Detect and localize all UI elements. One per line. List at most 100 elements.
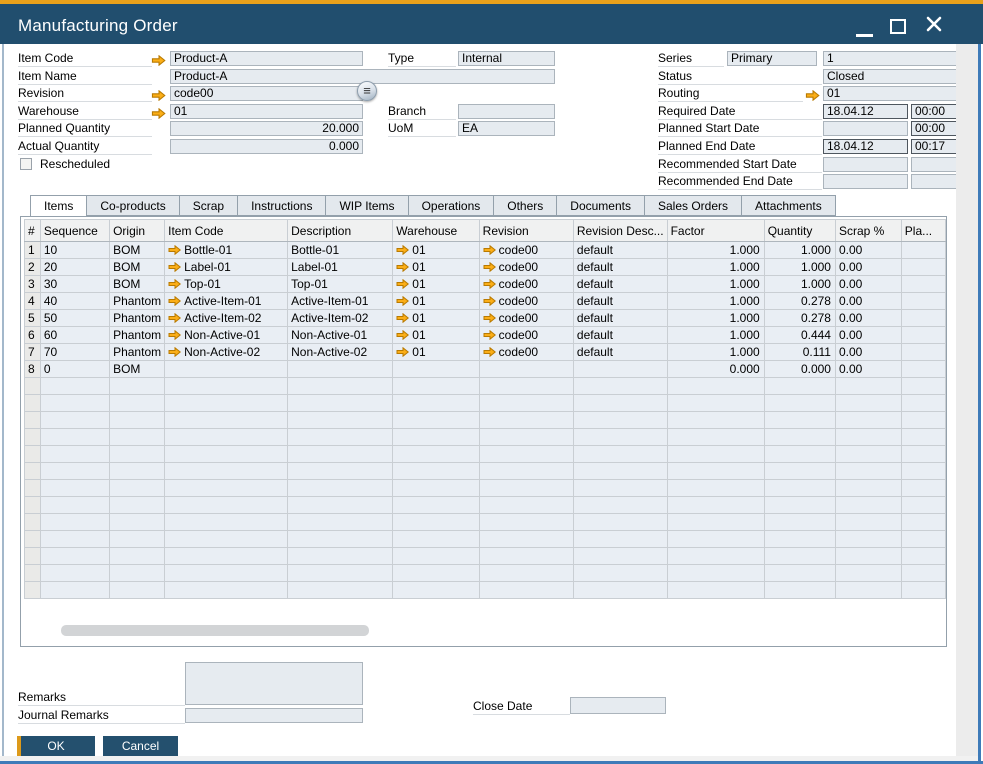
cell-pla[interactable] xyxy=(901,361,945,378)
cell-scrap[interactable] xyxy=(835,514,901,531)
cell-sequence[interactable]: 10 xyxy=(40,242,109,259)
cell-num[interactable] xyxy=(25,446,41,463)
actual-quantity-field[interactable]: 0.000 xyxy=(170,139,363,154)
cell-pla[interactable] xyxy=(901,412,945,429)
cell-quantity[interactable] xyxy=(764,412,835,429)
cell-scrap[interactable]: 0.00 xyxy=(835,293,901,310)
cell-item_code[interactable]: Non-Active-01 xyxy=(165,327,288,344)
cell-warehouse[interactable] xyxy=(393,378,479,395)
cell-revision_desc[interactable]: default xyxy=(573,310,667,327)
cell-origin[interactable] xyxy=(110,446,165,463)
cell-factor[interactable]: 1.000 xyxy=(667,344,764,361)
link-arrow-icon[interactable] xyxy=(483,261,496,275)
cell-sequence[interactable] xyxy=(40,582,109,599)
planned-start-date-field[interactable] xyxy=(823,121,908,136)
cell-item_code[interactable] xyxy=(165,378,288,395)
cell-factor[interactable]: 0.000 xyxy=(667,361,764,378)
cell-sequence[interactable] xyxy=(40,480,109,497)
link-arrow-icon[interactable] xyxy=(396,329,409,343)
journal-remarks-field[interactable] xyxy=(185,708,363,723)
cell-revision[interactable]: code00 xyxy=(479,259,573,276)
link-arrow-icon[interactable] xyxy=(396,278,409,292)
tab-co-products[interactable]: Co-products xyxy=(87,195,179,216)
cell-scrap[interactable] xyxy=(835,463,901,480)
cell-origin[interactable] xyxy=(110,548,165,565)
cell-sequence[interactable] xyxy=(40,548,109,565)
cell-item_code[interactable]: Non-Active-02 xyxy=(165,344,288,361)
cell-warehouse[interactable] xyxy=(393,361,479,378)
cell-revision[interactable] xyxy=(479,548,573,565)
close-icon[interactable] xyxy=(925,15,945,35)
cell-revision_desc[interactable] xyxy=(573,548,667,565)
cell-warehouse[interactable]: 01 xyxy=(393,310,479,327)
cell-description[interactable]: Active-Item-02 xyxy=(288,310,393,327)
cell-description[interactable] xyxy=(288,582,393,599)
cell-revision[interactable] xyxy=(479,497,573,514)
link-arrow-icon[interactable] xyxy=(151,106,166,117)
cell-pla[interactable] xyxy=(901,378,945,395)
cell-scrap[interactable] xyxy=(835,548,901,565)
cell-item_code[interactable]: Bottle-01 xyxy=(165,242,288,259)
planned-quantity-field[interactable]: 20.000 xyxy=(170,121,363,136)
link-arrow-icon[interactable] xyxy=(168,346,181,360)
cell-item_code[interactable] xyxy=(165,514,288,531)
cell-num[interactable]: 1 xyxy=(25,242,41,259)
horizontal-scrollbar-thumb[interactable] xyxy=(61,625,369,636)
link-arrow-icon[interactable] xyxy=(151,88,166,99)
cell-item_code[interactable] xyxy=(165,446,288,463)
cell-origin[interactable]: BOM xyxy=(110,259,165,276)
cell-origin[interactable]: Phantom xyxy=(110,344,165,361)
cell-item_code[interactable] xyxy=(165,429,288,446)
cell-description[interactable]: Top-01 xyxy=(288,276,393,293)
cell-pla[interactable] xyxy=(901,259,945,276)
cell-description[interactable] xyxy=(288,548,393,565)
cell-warehouse[interactable] xyxy=(393,582,479,599)
cell-description[interactable] xyxy=(288,429,393,446)
close-date-field[interactable] xyxy=(570,697,666,714)
cell-revision[interactable] xyxy=(479,395,573,412)
link-arrow-icon[interactable] xyxy=(396,346,409,360)
cell-sequence[interactable]: 70 xyxy=(40,344,109,361)
cell-pla[interactable] xyxy=(901,514,945,531)
cell-quantity[interactable]: 1.000 xyxy=(764,259,835,276)
link-arrow-icon[interactable] xyxy=(483,278,496,292)
cell-revision_desc[interactable] xyxy=(573,395,667,412)
cell-warehouse[interactable] xyxy=(393,446,479,463)
cell-scrap[interactable]: 0.00 xyxy=(835,327,901,344)
tab-sales-orders[interactable]: Sales Orders xyxy=(645,195,742,216)
revision-field[interactable]: code00 xyxy=(170,86,363,101)
cell-pla[interactable] xyxy=(901,582,945,599)
cell-revision[interactable]: code00 xyxy=(479,310,573,327)
cell-description[interactable]: Bottle-01 xyxy=(288,242,393,259)
cell-description[interactable] xyxy=(288,565,393,582)
cell-scrap[interactable] xyxy=(835,565,901,582)
cell-revision[interactable] xyxy=(479,565,573,582)
cell-item_code[interactable] xyxy=(165,565,288,582)
cell-warehouse[interactable] xyxy=(393,497,479,514)
cell-scrap[interactable] xyxy=(835,429,901,446)
cell-quantity[interactable] xyxy=(764,548,835,565)
link-arrow-icon[interactable] xyxy=(168,261,181,275)
cell-item_code[interactable] xyxy=(165,582,288,599)
cell-scrap[interactable] xyxy=(835,582,901,599)
cell-scrap[interactable]: 0.00 xyxy=(835,361,901,378)
cell-sequence[interactable]: 50 xyxy=(40,310,109,327)
cell-revision_desc[interactable]: default xyxy=(573,276,667,293)
cell-description[interactable]: Non-Active-01 xyxy=(288,327,393,344)
cell-pla[interactable] xyxy=(901,344,945,361)
cell-sequence[interactable]: 60 xyxy=(40,327,109,344)
cell-quantity[interactable] xyxy=(764,497,835,514)
cell-factor[interactable] xyxy=(667,412,764,429)
cell-quantity[interactable] xyxy=(764,463,835,480)
cell-revision[interactable] xyxy=(479,446,573,463)
cell-warehouse[interactable] xyxy=(393,565,479,582)
cell-revision_desc[interactable] xyxy=(573,412,667,429)
cell-quantity[interactable]: 0.278 xyxy=(764,293,835,310)
cell-pla[interactable] xyxy=(901,531,945,548)
cell-num[interactable]: 7 xyxy=(25,344,41,361)
cell-origin[interactable] xyxy=(110,582,165,599)
cell-num[interactable]: 5 xyxy=(25,310,41,327)
cell-item_code[interactable] xyxy=(165,412,288,429)
cell-num[interactable] xyxy=(25,514,41,531)
cell-description[interactable]: Label-01 xyxy=(288,259,393,276)
